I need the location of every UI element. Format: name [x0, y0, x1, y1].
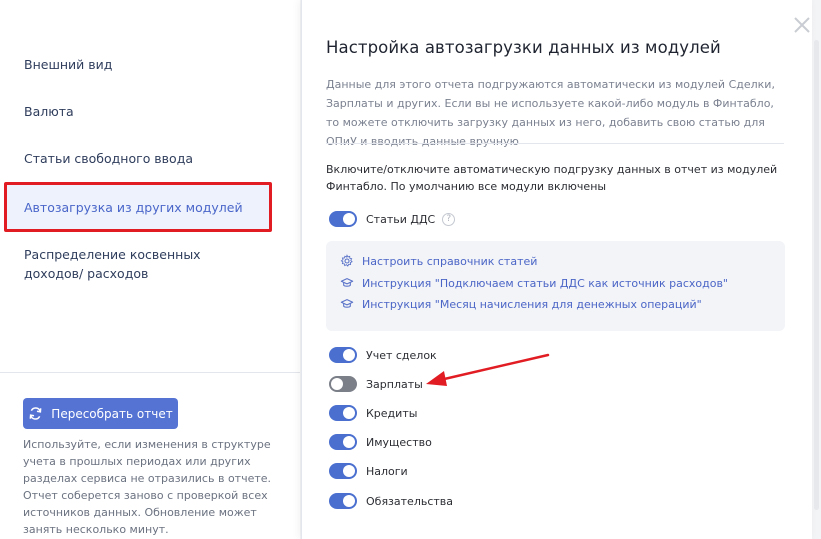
rebuild-help-text: Используйте, если изменения в структуре …	[23, 438, 272, 536]
link-instruction-accrual-month[interactable]: Инструкция "Месяц начисления для денежны…	[340, 297, 702, 311]
link-label: Инструкция "Подключаем статьи ДДС как ис…	[362, 276, 728, 290]
toggle-row-salaries: Зарплаты	[329, 375, 423, 393]
panel-title: Настройка автозагрузки данных из модулей	[326, 38, 721, 57]
deals-toggle[interactable]	[329, 347, 357, 363]
toggle-row-dds: Статьи ДДС ?	[329, 210, 456, 228]
dds-toggle[interactable]	[329, 211, 357, 227]
sidebar-item-free-input[interactable]: Статьи свободного ввода	[24, 149, 274, 168]
help-icon[interactable]: ?	[442, 212, 456, 226]
scrollbar[interactable]	[814, 40, 819, 510]
graduation-cap-icon	[340, 278, 354, 287]
settings-sidebar: Внешний вид Валюта Статьи свободного вво…	[0, 0, 300, 539]
sidebar-item-indirect-distribution[interactable]: Распределение косвенных доходов/ расходо…	[24, 245, 259, 283]
toggle-label: Кредиты	[366, 406, 418, 420]
toggle-row-obligations: Обязательства	[329, 492, 453, 510]
link-instruction-dds-expenses[interactable]: Инструкция "Подключаем статьи ДДС как ис…	[340, 276, 728, 290]
toggle-label: Зарплаты	[366, 377, 423, 391]
sidebar-item-appearance[interactable]: Внешний вид	[24, 55, 274, 74]
credits-toggle[interactable]	[329, 405, 357, 421]
red-arrow-annotation	[426, 353, 550, 386]
rebuild-report-button[interactable]: Пересобрать отчет	[23, 398, 178, 429]
link-configure-articles[interactable]: Настроить справочник статей	[340, 254, 537, 268]
dds-toggle-label: Статьи ДДС	[366, 212, 436, 226]
sidebar-item-currency[interactable]: Валюта	[24, 102, 274, 121]
obligations-toggle[interactable]	[329, 493, 357, 509]
link-label: Инструкция "Месяц начисления для денежны…	[362, 297, 702, 311]
toggle-row-taxes: Налоги	[329, 462, 408, 480]
toggle-label: Обязательства	[366, 494, 454, 508]
taxes-toggle[interactable]	[329, 463, 357, 479]
refresh-icon	[29, 407, 42, 420]
graduation-cap-icon	[340, 299, 354, 308]
link-label: Настроить справочник статей	[362, 254, 538, 268]
toggle-row-property: Имущество	[329, 433, 432, 451]
panel-divider	[326, 143, 784, 144]
sidebar-divider	[0, 372, 300, 373]
gear-icon	[340, 254, 353, 267]
property-toggle[interactable]	[329, 434, 357, 450]
toggle-label: Имущество	[366, 435, 432, 449]
panel-description: Данные для этого отчета подгружаются авт…	[326, 78, 775, 148]
toggle-label: Налоги	[366, 464, 408, 478]
rebuild-button-label: Пересобрать отчет	[51, 406, 173, 421]
highlight-frame	[4, 182, 272, 232]
salaries-toggle[interactable]	[329, 376, 357, 392]
panel-intro: Включите/отключите автоматическую подгру…	[326, 163, 778, 193]
close-icon[interactable]	[792, 15, 812, 35]
toggle-row-credits: Кредиты	[329, 404, 417, 422]
